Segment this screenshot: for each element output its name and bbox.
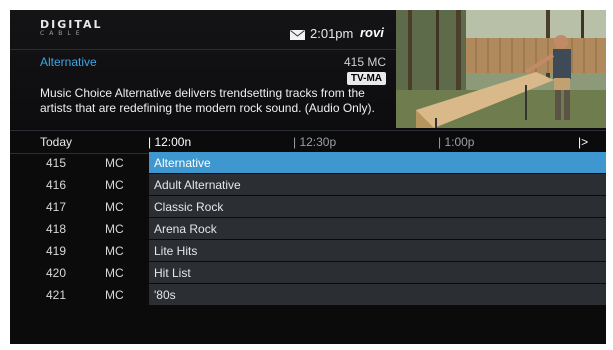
time-slot-3-label: 1:00p [444,135,475,149]
program-cell[interactable]: Arena Rock [149,218,606,239]
channel-row-419[interactable]: 419 MC Lite Hits [10,240,606,262]
channel-number: 419 [46,244,67,258]
program-name: Alternative [154,156,211,170]
channel-row-416[interactable]: 416 MC Adult Alternative [10,174,606,196]
channel-row-417[interactable]: 417 MC Classic Rock [10,196,606,218]
header-divider [10,49,396,50]
tv-guide-screen: DIGITAL CABLE 2:01pm rovi Alternative 41… [10,10,606,344]
chevron-right-icon[interactable]: |> [578,135,588,149]
program-name: Classic Rock [154,200,224,214]
logo-bottom-text: CABLE [40,30,85,37]
channel-code: MC [105,266,124,280]
rovi-logo: rovi [360,25,384,40]
date-label: Today [40,135,73,149]
time-slot-1-label: 12:00n [154,135,192,149]
channel-number: 420 [46,266,67,280]
channel-number: 418 [46,222,67,236]
rating-badge: TV-MA [346,72,386,85]
program-cell[interactable]: Alternative [149,152,606,173]
program-title: Alternative [40,55,97,69]
program-name: Arena Rock [154,222,217,236]
program-cell[interactable]: '80s [149,284,606,305]
channel-code: MC [105,244,124,258]
time-slot-3: | 1:00p [438,135,475,149]
channel-row-418[interactable]: 418 MC Arena Rock [10,218,606,240]
channel-info: 415 MC [343,55,386,69]
channel-number: 416 [46,178,67,192]
time-slot-2-label: 12:30p [299,135,337,149]
time-slot-2: | 12:30p [293,135,337,149]
time-slot-1: | 12:00n [148,135,192,149]
channel-row-420[interactable]: 420 MC Hit List [10,262,606,284]
program-cell[interactable]: Classic Rock [149,196,606,217]
channel-number: 421 [46,288,67,302]
program-cell[interactable]: Adult Alternative [149,174,606,195]
program-cell[interactable]: Hit List [149,262,606,283]
channel-code: MC [105,156,124,170]
channel-code: MC [105,222,124,236]
digital-cable-logo: DIGITAL CABLE [40,18,103,37]
program-name: Adult Alternative [154,178,241,192]
channel-code: MC [105,288,124,302]
video-preview[interactable] [396,10,606,128]
channel-row-421[interactable]: 421 MC '80s [10,284,606,306]
channel-number: 417 [46,200,67,214]
program-name: '80s [154,288,176,302]
program-name: Lite Hits [154,244,198,258]
clock-time: 2:01pm [310,26,354,41]
program-description: Music Choice Alternative delivers trends… [40,86,375,115]
program-cell[interactable]: Lite Hits [149,240,606,261]
channel-number: 415 [46,156,67,170]
channel-code: MC [105,200,124,214]
channel-code: MC [105,178,124,192]
grid-time-header: Today | 12:00n | 12:30p | 1:00p |> [10,130,606,154]
mail-icon[interactable] [290,30,305,40]
info-panel: DIGITAL CABLE 2:01pm rovi Alternative 41… [10,10,396,128]
channel-row-415[interactable]: 415 MC Alternative [10,152,606,174]
program-name: Hit List [154,266,191,280]
